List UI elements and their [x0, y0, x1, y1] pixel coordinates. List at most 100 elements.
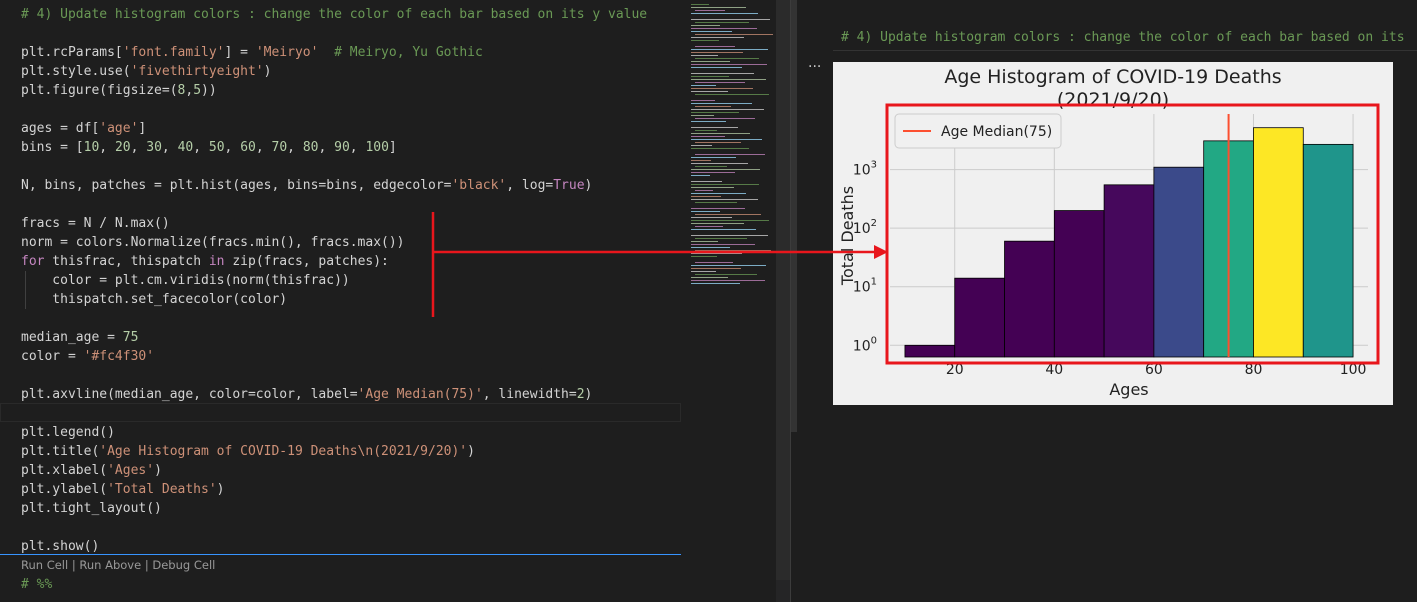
minimap-line — [695, 226, 723, 227]
code-line[interactable]: plt.rcParams['font.family'] = 'Meiryo' #… — [21, 43, 483, 62]
minimap-line — [691, 172, 735, 173]
code-token: True — [553, 178, 585, 193]
minimap-line — [691, 244, 755, 245]
code-token: 70 — [271, 140, 288, 155]
minimap-line — [691, 256, 717, 257]
minimap[interactable] — [688, 0, 778, 300]
code-line[interactable]: N, bins, patches = plt.hist(ages, bins=b… — [21, 176, 592, 195]
minimap-line — [695, 214, 761, 215]
code-token: , — [349, 140, 366, 155]
code-line[interactable]: color = '#fc4f30' — [21, 347, 154, 366]
histogram-bar — [904, 344, 956, 358]
code-token: 50 — [208, 140, 225, 155]
minimap-line — [695, 34, 773, 35]
minimap-line — [691, 265, 766, 266]
code-line[interactable]: plt.style.use('fivethirtyeight') — [21, 62, 271, 81]
code-token: 'Total Deaths' — [107, 482, 217, 497]
code-token: ) — [154, 463, 162, 478]
minimap-line — [695, 10, 725, 11]
minimap-line — [691, 103, 752, 104]
minimap-line — [691, 88, 753, 89]
code-token: 'black' — [451, 178, 507, 193]
code-token: # 4) Update histogram colors : change th… — [21, 7, 648, 22]
minimap-line — [695, 58, 759, 59]
code-token: '#fc4f30' — [83, 349, 155, 364]
code-token: plt.legend() — [21, 425, 115, 440]
minimap-line — [691, 112, 739, 113]
code-line[interactable]: fracs = N / N.max() — [21, 214, 170, 233]
minimap-line — [691, 127, 738, 128]
histogram-bar — [1253, 127, 1304, 358]
code-line[interactable]: plt.xlabel('Ages') — [21, 461, 162, 480]
code-line[interactable]: for thisfrac, thispatch in zip(fracs, pa… — [21, 252, 389, 271]
minimap-line — [691, 61, 730, 62]
minimap-line — [691, 79, 766, 80]
scrollbar-thumb[interactable] — [776, 0, 790, 580]
code-line[interactable]: # 4) Update histogram colors : change th… — [21, 5, 647, 24]
code-line[interactable]: plt.ylabel('Total Deaths') — [21, 480, 225, 499]
histogram-bar — [1053, 210, 1105, 358]
code-line[interactable]: thispatch.set_facecolor(color) — [21, 290, 287, 309]
code-token: plt.figure(figsize=( — [21, 83, 178, 98]
minimap-line — [691, 40, 719, 41]
minimap-line — [695, 274, 757, 275]
code-token: 'Age Histogram of COVID-19 Deaths\n(2021… — [99, 444, 468, 459]
minimap-line — [691, 277, 728, 278]
code-token: 60 — [240, 140, 256, 155]
minimap-line — [695, 94, 769, 95]
code-line[interactable]: plt.title('Age Histogram of COVID-19 Dea… — [21, 442, 475, 461]
minimap-line — [691, 229, 756, 230]
code-token: N, bins, patches = plt.hist(ages, bins=b… — [21, 178, 452, 193]
code-line[interactable]: norm = colors.Normalize(fracs.min(), fra… — [21, 233, 405, 252]
code-lens[interactable]: Run Cell | Run Above | Debug Cell — [21, 558, 215, 572]
code-line[interactable]: median_age = 75 — [21, 328, 138, 347]
code-token: plt.style.use( — [21, 64, 131, 79]
code-line[interactable]: color = plt.cm.viridis(norm(thisfrac)) — [21, 271, 350, 290]
minimap-line — [691, 160, 711, 161]
minimap-line — [695, 262, 733, 263]
code-token: plt.tight_layout() — [21, 501, 162, 516]
chart-title: Age Histogram of COVID-19 Deaths — [944, 66, 1281, 88]
minimap-line — [691, 64, 767, 65]
code-token: # Meiryo, Yu Gothic — [334, 45, 483, 60]
minimap-line — [691, 169, 760, 170]
code-token: thispatch.set_facecolor(color) — [21, 292, 288, 307]
code-token: color = plt.cm.viridis(norm(thisfrac)) — [21, 273, 350, 288]
code-token: 30 — [146, 140, 162, 155]
output-more-icon[interactable]: ... — [808, 55, 821, 71]
minimap-line — [691, 52, 743, 53]
minimap-line — [695, 190, 713, 191]
code-token: plt.xlabel( — [21, 463, 108, 478]
code-line[interactable]: plt.figure(figsize=(8,5)) — [21, 81, 217, 100]
x-axis-label: Ages — [1109, 380, 1148, 399]
minimap-line — [691, 76, 729, 77]
minimap-line — [691, 247, 730, 248]
code-line[interactable]: plt.axvline(median_age, color=color, lab… — [21, 385, 592, 404]
code-token: , — [255, 140, 272, 155]
code-token: , — [287, 140, 303, 155]
code-token: ] — [138, 121, 147, 136]
minimap-line — [695, 154, 765, 155]
minimap-line — [691, 271, 716, 272]
minimap-line — [691, 199, 758, 200]
minimap-line — [691, 208, 745, 209]
minimap-line — [691, 67, 742, 68]
minimap-line — [691, 157, 736, 158]
output-scrollbar[interactable] — [791, 0, 797, 432]
code-line[interactable]: # %% — [21, 575, 52, 594]
minimap-line — [695, 22, 749, 23]
code-token: median_age = — [21, 330, 123, 345]
code-token: plt.rcParams[ — [21, 45, 123, 60]
code-token: , log= — [506, 178, 554, 193]
code-token: 'age' — [99, 121, 139, 136]
minimap-line — [691, 31, 732, 32]
code-line[interactable]: ages = df['age'] — [21, 119, 146, 138]
code-token: plt.ylabel( — [21, 482, 108, 497]
code-line[interactable]: bins = [10, 20, 30, 40, 50, 60, 70, 80, … — [21, 138, 397, 157]
minimap-line — [691, 100, 715, 101]
code-line[interactable]: plt.legend() — [21, 423, 115, 442]
editor-scrollbar[interactable] — [776, 0, 790, 602]
code-editor[interactable]: # 4) Update histogram colors : change th… — [0, 0, 690, 602]
code-line[interactable]: plt.tight_layout() — [21, 499, 162, 518]
